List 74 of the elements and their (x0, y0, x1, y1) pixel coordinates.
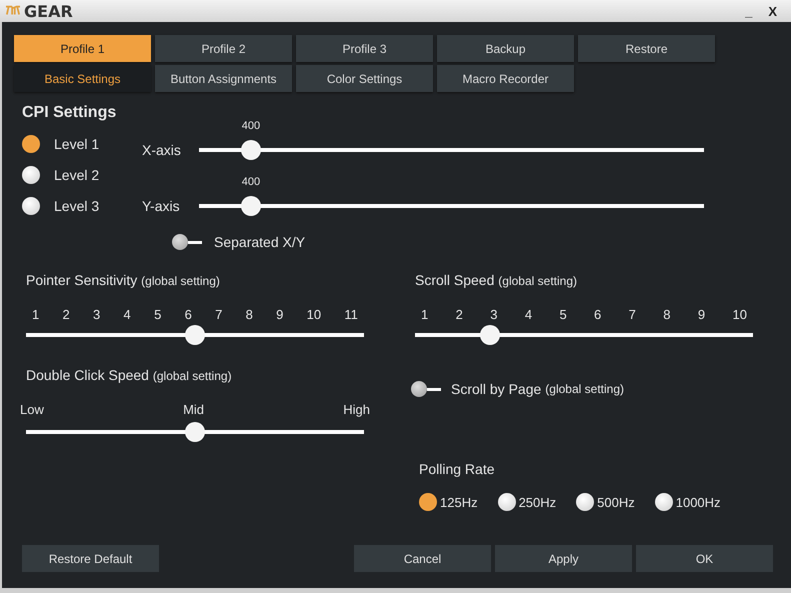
tick-label: 4 (524, 307, 532, 322)
tick-label: Mid (183, 402, 204, 417)
slider-thumb[interactable] (480, 325, 500, 345)
radio-button[interactable] (22, 166, 40, 184)
dialog-button[interactable]: Cancel (354, 545, 491, 572)
level-label: Level 3 (54, 198, 100, 214)
setting-note: (global setting) (545, 382, 624, 396)
tick-label: 5 (154, 307, 162, 322)
window-control-button[interactable]: _ (739, 4, 758, 18)
slider-value: 400 (242, 176, 260, 188)
tick-label: 8 (246, 307, 253, 322)
tick-label: 3 (93, 307, 100, 322)
tick-label: 7 (628, 307, 636, 322)
radio-button[interactable] (576, 493, 594, 511)
axis-label: Y-axis (142, 198, 181, 214)
tick-label: 2 (62, 307, 70, 322)
radio-button[interactable] (22, 197, 40, 215)
profile-tab[interactable]: Profile 1 (14, 35, 151, 62)
slider-thumb[interactable] (240, 140, 261, 160)
profile-tab[interactable]: Backup (437, 35, 574, 62)
tick-label: Low (20, 402, 44, 417)
axis-label: X-axis (142, 142, 182, 158)
dialog-button[interactable]: OK (636, 545, 773, 572)
setting-note: (global setting) (152, 369, 232, 383)
slider-thumb[interactable] (185, 325, 205, 345)
toggle-label: Scroll by Page (451, 381, 542, 397)
tick-label: 10 (732, 307, 747, 322)
window-control-button[interactable]: X (762, 4, 783, 18)
section-tab[interactable]: Macro Recorder (437, 65, 574, 92)
toggle-label: Separated X/Y (214, 234, 306, 250)
dialog-button[interactable]: Apply (495, 545, 632, 572)
tick-label: 9 (698, 307, 706, 322)
radio-button[interactable] (419, 493, 437, 511)
tick-label: 1 (32, 307, 40, 322)
rate-label: 250Hz (518, 494, 556, 510)
tick-label: 2 (456, 307, 463, 322)
tick-label: High (343, 402, 370, 417)
slider-thumb[interactable] (240, 196, 261, 216)
setting-heading: Double Click Speed (26, 367, 149, 383)
tick-label: 9 (276, 307, 284, 322)
window-title: GEAR (24, 2, 73, 20)
tick-label: 6 (594, 307, 602, 322)
radio-button[interactable] (22, 135, 40, 153)
radio-button[interactable] (498, 493, 516, 511)
profile-tab[interactable]: Restore (578, 35, 715, 62)
rate-label: 125Hz (440, 494, 478, 510)
tick-label: 4 (124, 307, 131, 322)
level-label: Level 2 (54, 167, 100, 183)
radio-button[interactable] (654, 493, 673, 511)
tick-label: 6 (184, 307, 192, 322)
setting-note: (global setting) (498, 274, 577, 288)
section-tab[interactable]: Basic Settings (14, 65, 151, 92)
setting-heading: Pointer Sensitivity (26, 272, 138, 288)
section-tab[interactable]: Color Settings (296, 65, 433, 92)
tick-label: 1 (421, 307, 428, 322)
setting-heading: Polling Rate (419, 461, 496, 479)
section-tab[interactable]: Button Assignments (155, 65, 292, 92)
tick-label: 3 (490, 307, 498, 322)
setting-note: (global setting) (141, 274, 220, 288)
section-heading: CPI Settings (22, 104, 118, 122)
rate-label: 1000Hz (676, 494, 721, 510)
tick-label: 5 (559, 307, 567, 322)
tick-label: 10 (306, 307, 322, 322)
level-label: Level 1 (54, 136, 100, 152)
slider-value: 400 (242, 120, 260, 132)
tick-label: 7 (215, 307, 222, 322)
slider-thumb[interactable] (185, 422, 205, 442)
profile-tab[interactable]: Profile 3 (296, 35, 433, 62)
setting-heading: Scroll Speed (415, 272, 494, 288)
tick-label: 8 (663, 307, 670, 322)
profile-tab[interactable]: Profile 2 (155, 35, 292, 62)
tick-label: 11 (344, 307, 358, 322)
rate-label: 500Hz (597, 494, 635, 510)
restore-default-button[interactable]: Restore Default (22, 545, 159, 572)
